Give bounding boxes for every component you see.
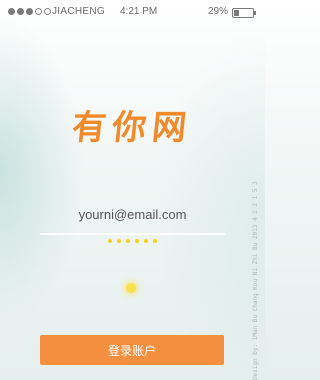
email-value[interactable]: yourni@email.com [40,207,225,222]
password-dot [153,239,157,243]
status-bar: JIACHENG 4:21 PM 29% [0,0,265,24]
login-button[interactable]: 登录账户 [40,335,224,365]
battery-percentage: 29% [208,6,229,17]
email-underline [40,233,225,235]
sparkle-icon [126,283,136,293]
password-dot [108,239,112,243]
app-logo: 有你网 [70,108,195,148]
password-dot [117,239,121,243]
carrier-name: JIACHENG [52,6,105,17]
background [0,0,265,380]
password-field[interactable] [108,239,157,243]
signal-dot [8,8,15,15]
signal-dot [44,8,51,15]
email-field[interactable]: yourni@email.com [40,205,225,235]
battery-icon [232,8,256,18]
signal-dot [17,8,24,15]
watermark: Design by: 1Man Bu Chang Kou Ni Zhi Bu 2… [252,181,259,380]
clock: 4:21 PM [120,6,158,17]
battery-fill [234,10,239,16]
signal-dot [26,8,33,15]
password-dot [144,239,148,243]
signal-dot [35,8,42,15]
signal-strength-icon [8,8,51,15]
password-dot [135,239,139,243]
password-dot [126,239,130,243]
